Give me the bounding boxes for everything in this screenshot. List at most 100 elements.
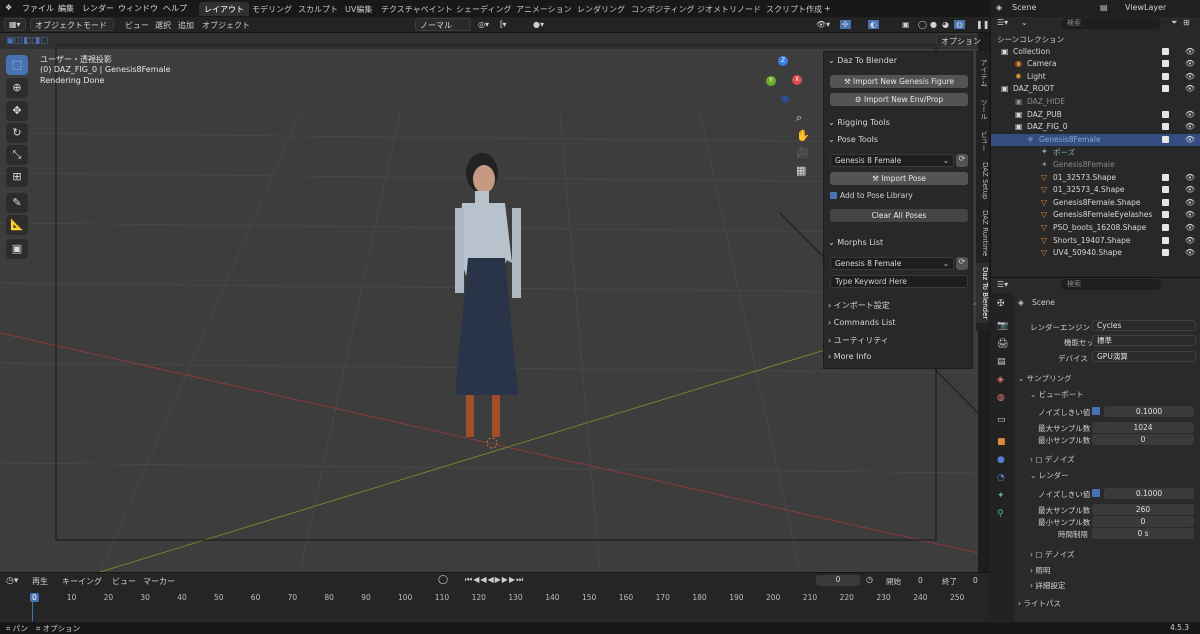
vp-min-value[interactable]: 0 (1092, 434, 1194, 445)
outliner-search-input[interactable]: 検索 (1061, 18, 1161, 29)
viewport-subsection[interactable]: ⌄ ビューポート (1030, 389, 1084, 400)
playhead-line[interactable] (32, 602, 33, 622)
menu-edit[interactable]: 編集 (58, 3, 74, 14)
world-tab-icon[interactable]: ◍ (997, 393, 1005, 403)
r-max-value[interactable]: 260 (1092, 504, 1194, 515)
pan-hand-icon[interactable]: ✋ (796, 129, 810, 142)
editor-type-icon[interactable]: ▦▾ (4, 18, 26, 31)
time-limit-value[interactable]: 0 s (1092, 528, 1194, 539)
mode-select[interactable]: オブジェクトモード (30, 18, 114, 31)
outliner-row[interactable]: ▣ DAZ_PUB 👁 (991, 109, 1200, 122)
exclude-checkbox[interactable] (1162, 236, 1169, 244)
vtab-view[interactable]: ビュー (976, 127, 989, 155)
import-env-button[interactable]: ⚙ Import New Env/Prop (830, 93, 968, 106)
outliner-row[interactable]: ✦ ポーズ (991, 146, 1200, 159)
vtab-daz-setup[interactable]: DAZ Setup (976, 159, 989, 203)
import-pose-button[interactable]: ⚒ Import Pose (830, 172, 968, 185)
tab-compositing[interactable]: コンポジティング (626, 2, 700, 16)
collection-tab-icon[interactable]: ▭ (997, 415, 1006, 425)
visibility-eye-icon[interactable]: 👁 (1185, 47, 1195, 56)
outliner-row[interactable]: ✳ Genesis8Female 👁 (991, 133, 1200, 147)
menu-view[interactable]: ビュー (125, 20, 149, 31)
overlay-toggle-icon[interactable]: ◐ (868, 20, 879, 29)
outliner-filter-funnel-icon[interactable]: ⏷ (1171, 18, 1177, 28)
physics-tab-icon[interactable]: ✦ (997, 491, 1005, 501)
select-box-tool-icon[interactable]: ⬚ (6, 55, 28, 75)
pause-icon[interactable]: ❚❚ (976, 20, 989, 29)
refresh-morph-icon[interactable]: ⟳ (956, 257, 968, 270)
proportional-icon[interactable]: ●▾ (533, 20, 544, 29)
tab-rendering[interactable]: レンダリング (572, 2, 630, 16)
scene-tab-icon[interactable]: ◈ (997, 375, 1004, 385)
move-tool-icon[interactable]: ✥ (6, 101, 28, 121)
pivot-icon[interactable]: ◎▾ (478, 20, 489, 29)
vtab-tool[interactable]: ツール (976, 95, 989, 123)
visibility-eye-icon[interactable]: 👁 (1185, 135, 1195, 144)
morph-keyword-input[interactable]: Type Keyword Here (830, 275, 968, 288)
outliner-row[interactable]: ▣ DAZ_ROOT 👁 (991, 83, 1200, 96)
exclude-checkbox[interactable] (1162, 211, 1169, 219)
outliner-row[interactable]: ▣ DAZ_FIG_0 👁 (991, 121, 1200, 134)
section-more-info[interactable]: › More Info (828, 352, 871, 361)
object-tab-icon[interactable]: ■ (997, 437, 1006, 447)
visibility-icon[interactable]: 👁▾ (816, 20, 830, 29)
gizmo-y-axis[interactable]: Y (766, 76, 776, 86)
section-utility[interactable]: › ユーティリティ (828, 335, 889, 346)
exclude-checkbox[interactable] (1162, 224, 1169, 231)
exclude-checkbox[interactable] (1162, 110, 1169, 118)
visibility-eye-icon[interactable]: 👁 (1185, 59, 1195, 68)
section-import-settings[interactable]: › インポート設定 (828, 300, 890, 311)
outliner-row[interactable]: シーンコレクション (991, 33, 1200, 46)
render-subsection[interactable]: ⌄ レンダー (1030, 470, 1069, 481)
outliner-row[interactable]: ▽ Genesis8FemaleEyelashes 👁 (991, 209, 1200, 222)
measure-tool-icon[interactable]: 📐 (6, 215, 28, 235)
outliner-row[interactable]: ▣ DAZ_HIDE (991, 96, 1200, 109)
shading-rendered-icon[interactable]: ◍ (954, 20, 965, 29)
viewlayer-tab-icon[interactable]: ▤ (997, 357, 1006, 367)
visibility-eye-icon[interactable]: 👁 (1185, 223, 1195, 232)
tab-texture-paint[interactable]: テクスチャペイント (376, 2, 458, 16)
render-engine-select[interactable]: Cycles (1092, 320, 1196, 331)
character-figure[interactable] (455, 153, 521, 449)
vtab-daz-to-blender[interactable]: Daz To Blender (976, 263, 989, 323)
rotate-tool-icon[interactable]: ↻ (6, 123, 28, 143)
tab-shading[interactable]: シェーディング (451, 2, 516, 16)
shading-wire-icon[interactable]: ◯ (918, 20, 927, 29)
menu-help[interactable]: ヘルプ (163, 3, 187, 14)
feature-set-select[interactable]: 標準 (1092, 335, 1196, 346)
viewlayer-name[interactable]: ViewLayer (1125, 3, 1166, 12)
visibility-eye-icon[interactable]: 👁 (1185, 185, 1195, 194)
outliner-row[interactable]: ▽ PSO_boots_16208.Shape 👁 (991, 222, 1200, 235)
camera-view-icon[interactable]: 🎥 (796, 146, 810, 159)
outliner-row[interactable]: ▽ 01_32573.Shape 👁 (991, 172, 1200, 185)
vp-noise-value[interactable]: 0.1000 (1104, 406, 1194, 417)
sampling-section[interactable]: ⌄ サンプリング (1018, 373, 1071, 384)
exclude-checkbox[interactable] (1162, 198, 1169, 206)
xray-icon[interactable]: ▣ (902, 20, 910, 29)
visibility-eye-icon[interactable]: 👁 (1185, 110, 1195, 119)
properties-editor-icon[interactable]: ☰▾ (997, 280, 1008, 289)
menu-render[interactable]: レンダー (82, 3, 114, 14)
zoom-icon[interactable]: ⌕ (796, 111, 802, 125)
vp-max-value[interactable]: 1024 (1092, 422, 1194, 433)
exclude-checkbox[interactable] (1162, 249, 1169, 257)
add-pose-library-checkbox[interactable] (830, 192, 837, 199)
ortho-grid-icon[interactable]: ▦ (796, 164, 806, 177)
device-select[interactable]: GPU演算 (1092, 351, 1196, 362)
exclude-checkbox[interactable] (1162, 186, 1169, 194)
exclude-checkbox[interactable] (1162, 60, 1169, 68)
outliner-row[interactable]: ▽ Shorts_19407.Shape 👁 (991, 235, 1200, 248)
scale-tool-icon[interactable]: ⤡ (6, 145, 28, 165)
render-tab-icon[interactable]: 📷 (997, 321, 1008, 331)
visibility-eye-icon[interactable]: 👁 (1185, 122, 1195, 131)
add-cube-tool-icon[interactable]: ▣ (6, 239, 28, 259)
tab-animation[interactable]: アニメーション (511, 2, 577, 16)
vtab-item[interactable]: アイテム (976, 55, 989, 91)
outliner-row[interactable]: ▽ 01_32573_4.Shape 👁 (991, 184, 1200, 197)
menu-add[interactable]: 追加 (178, 20, 194, 31)
light-paths-section[interactable]: › ライトパス (1018, 598, 1061, 609)
shading-solid-icon[interactable]: ● (930, 20, 937, 29)
options-dropdown[interactable]: オプション (936, 34, 981, 47)
menu-window[interactable]: ウィンドウ (118, 3, 158, 14)
gizmo-toggle-icon[interactable]: ✣ (840, 20, 851, 29)
